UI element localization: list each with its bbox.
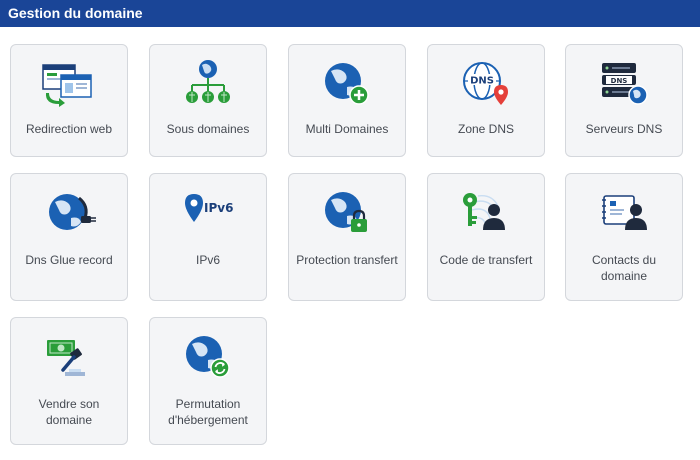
tile-label: Redirection web bbox=[25, 122, 113, 136]
tile-contacts-du-domaine[interactable]: Contacts du domaine bbox=[565, 173, 683, 301]
tile-ipv6[interactable]: IPv6 IPv6 bbox=[149, 173, 267, 301]
tile-label: Code de transfert bbox=[439, 253, 533, 267]
domain-contacts-icon bbox=[594, 188, 654, 236]
tile-zone-dns[interactable]: DNS Zone DNS bbox=[427, 44, 545, 157]
tile-redirection-web[interactable]: Redirection web bbox=[10, 44, 128, 157]
tile-label: Protection transfert bbox=[296, 253, 398, 267]
tile-label: Serveurs DNS bbox=[585, 122, 663, 136]
tile-permutation-hebergement[interactable]: Permutation d'hébergement bbox=[149, 317, 267, 445]
tile-multi-domaines[interactable]: Multi Domaines bbox=[288, 44, 406, 157]
tile-label: IPv6 bbox=[195, 253, 220, 267]
glue-record-icon bbox=[39, 188, 99, 236]
subdomains-icon bbox=[178, 59, 238, 107]
tile-vendre-son-domaine[interactable]: Vendre son domaine bbox=[10, 317, 128, 445]
web-redirect-icon bbox=[39, 59, 99, 107]
dns-servers-icon: DNS bbox=[594, 59, 654, 107]
svg-text:DNS: DNS bbox=[470, 76, 494, 87]
dns-zone-icon: DNS bbox=[456, 59, 516, 107]
tile-sous-domaines[interactable]: Sous domaines bbox=[149, 44, 267, 157]
tile-serveurs-dns[interactable]: DNS Serveurs DNS bbox=[565, 44, 683, 157]
tile-label: Dns Glue record bbox=[25, 253, 113, 267]
tile-label: Multi Domaines bbox=[305, 122, 389, 136]
svg-text:DNS: DNS bbox=[611, 77, 628, 85]
tile-dns-glue-record[interactable]: Dns Glue record bbox=[10, 173, 128, 301]
hosting-swap-icon bbox=[178, 332, 238, 380]
page-header: Gestion du domaine bbox=[0, 0, 700, 27]
globe-plus-icon bbox=[317, 59, 377, 107]
ipv6-icon: IPv6 bbox=[178, 188, 238, 236]
tile-protection-transfert[interactable]: Protection transfert bbox=[288, 173, 406, 301]
tile-label: Contacts du domaine bbox=[591, 253, 657, 283]
tile-label: Zone DNS bbox=[457, 122, 515, 136]
transfer-code-icon bbox=[456, 188, 516, 236]
sell-domain-icon bbox=[39, 332, 99, 380]
ipv6-icon-text: IPv6 bbox=[204, 201, 234, 215]
globe-lock-icon bbox=[317, 188, 377, 236]
tile-code-de-transfert[interactable]: Code de transfert bbox=[427, 173, 545, 301]
tile-label: Permutation d'hébergement bbox=[168, 397, 248, 427]
tile-label: Sous domaines bbox=[166, 122, 250, 136]
tile-label: Vendre son domaine bbox=[38, 397, 100, 427]
page-title: Gestion du domaine bbox=[8, 5, 143, 21]
